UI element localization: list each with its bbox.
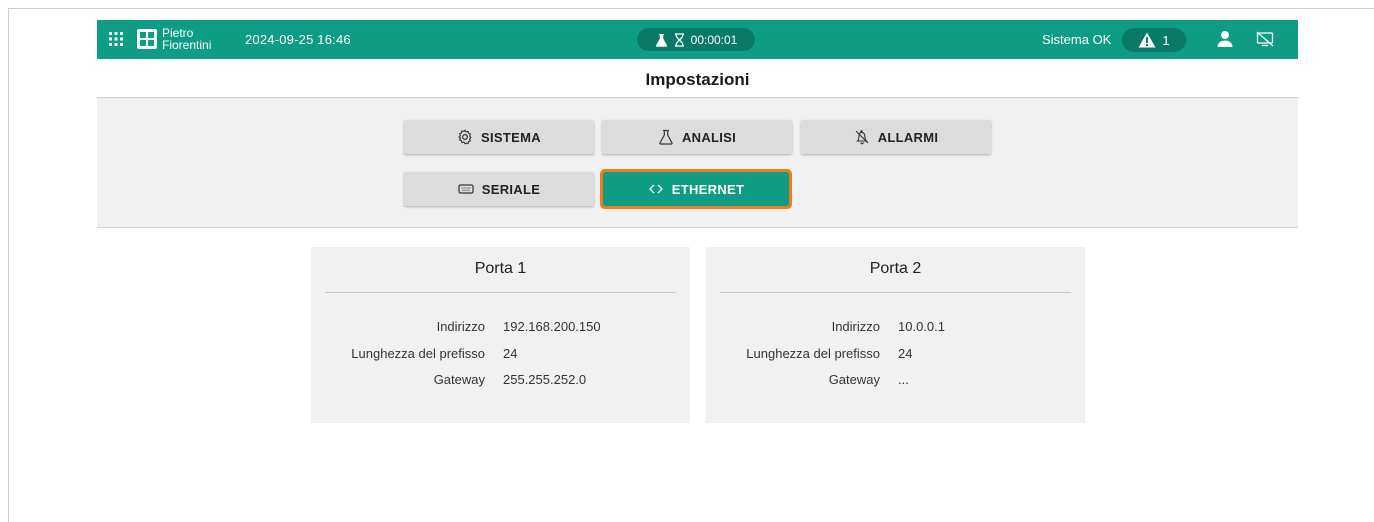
divider <box>720 292 1071 293</box>
address-label: Indirizzo <box>831 319 880 334</box>
analysis-timer: 00:00:01 <box>637 28 755 51</box>
system-status: Sistema OK <box>1042 32 1112 47</box>
tab-seriale-label: SERIALE <box>481 181 541 197</box>
tab-analisi[interactable]: ANALISI <box>602 120 792 154</box>
address-value: 10.0.0.1 <box>898 319 945 334</box>
network-disconnected-icon[interactable] <box>1256 31 1274 47</box>
tab-allarmi[interactable]: ALLARMI <box>801 120 991 154</box>
port-1-card: Porta 1 Indirizzo 192.168.200.150 Lunghe… <box>311 247 690 423</box>
tab-ethernet-label: ETHERNET <box>671 181 745 197</box>
address-label: Indirizzo <box>436 319 485 334</box>
settings-tabs: SISTEMA ANALISI ALLARMI SERIALE ETHERNET <box>97 98 1298 228</box>
gateway-label: Gateway <box>828 372 880 387</box>
page-title: Impostazioni <box>97 62 1298 98</box>
tab-sistema[interactable]: SISTEMA <box>404 120 594 154</box>
alarm-count: 1 <box>1162 32 1170 48</box>
apps-grid-icon[interactable] <box>108 31 124 47</box>
serial-port-icon <box>458 184 474 194</box>
gateway-label: Gateway <box>433 372 485 387</box>
port-2-card: Porta 2 Indirizzo 10.0.0.1 Lunghezza del… <box>706 247 1085 423</box>
divider <box>325 292 676 293</box>
gateway-value: ... <box>898 372 909 387</box>
tab-allarmi-label: ALLARMI <box>877 129 939 145</box>
code-brackets-icon <box>648 184 663 194</box>
top-bar: Pietro Fiorentini 2024-09-25 16:46 00:00… <box>97 20 1298 59</box>
timer-value: 00:00:01 <box>690 32 738 47</box>
logo-text: Pietro Fiorentini <box>162 27 211 51</box>
datetime: 2024-09-25 16:46 <box>245 32 351 47</box>
gear-icon <box>458 129 472 145</box>
tab-sistema-label: SISTEMA <box>481 129 541 145</box>
bell-icon <box>855 129 869 145</box>
flask-icon <box>659 129 673 145</box>
brand-logo: Pietro Fiorentini <box>137 27 211 51</box>
prefix-length-label: Lunghezza del prefisso <box>746 346 880 361</box>
warning-icon <box>1138 32 1156 48</box>
prefix-length-value: 24 <box>898 346 913 361</box>
port-2-title: Porta 2 <box>869 260 922 277</box>
user-icon[interactable] <box>1216 30 1234 48</box>
gateway-value: 255.255.252.0 <box>503 372 587 387</box>
tab-ethernet[interactable]: ETHERNET <box>600 169 792 209</box>
alarm-badge[interactable]: 1 <box>1122 28 1186 52</box>
tab-seriale[interactable]: SERIALE <box>404 172 594 206</box>
logo-line-2: Fiorentini <box>162 38 212 52</box>
flask-icon <box>655 33 667 47</box>
address-value: 192.168.200.150 <box>503 319 601 334</box>
logo-mark-icon <box>137 29 157 49</box>
prefix-length-label: Lunghezza del prefisso <box>351 346 485 361</box>
hourglass-icon <box>674 32 684 47</box>
port-1-title: Porta 1 <box>474 260 527 277</box>
prefix-length-value: 24 <box>503 346 518 361</box>
tab-analisi-label: ANALISI <box>681 129 737 145</box>
